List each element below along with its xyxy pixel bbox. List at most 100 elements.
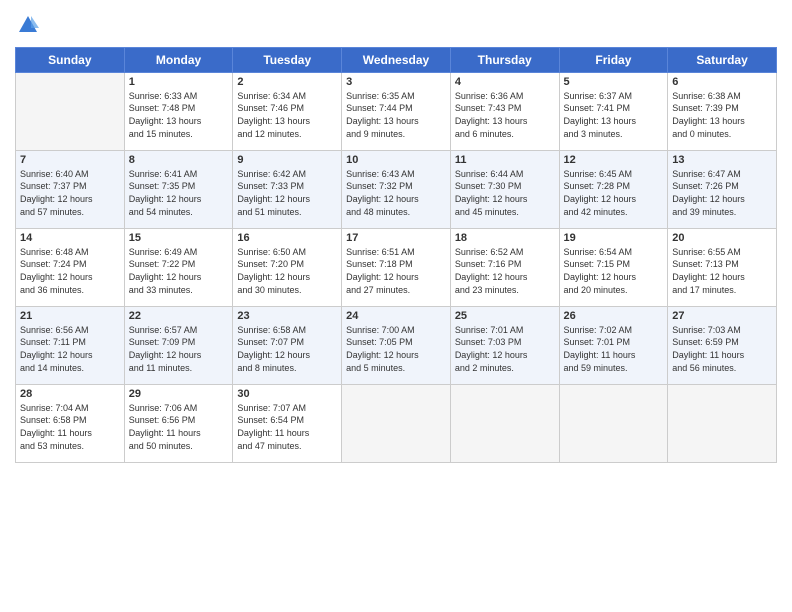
day-info: Sunrise: 7:06 AMSunset: 6:56 PMDaylight:… [129, 402, 229, 452]
day-number: 10 [346, 154, 446, 166]
day-number: 18 [455, 232, 555, 244]
day-number: 8 [129, 154, 229, 166]
calendar-cell: 29 Sunrise: 7:06 AMSunset: 6:56 PMDayligh… [124, 384, 233, 462]
calendar-cell: 16 Sunrise: 6:50 AMSunset: 7:20 PMDayligh… [233, 228, 342, 306]
day-info: Sunrise: 6:41 AMSunset: 7:35 PMDaylight:… [129, 168, 229, 218]
calendar-cell: 27Sunrise: 7:03 AMSunset: 6:59 PMDayligh… [668, 306, 777, 384]
day-info: Sunrise: 6:38 AMSunset: 7:39 PMDaylight:… [672, 90, 772, 140]
day-number: 1 [129, 76, 229, 88]
day-number: 13 [672, 154, 772, 166]
logo [15, 14, 39, 41]
day-number: 26 [564, 310, 664, 322]
calendar-cell: 11 Sunrise: 6:44 AMSunset: 7:30 PMDayligh… [450, 150, 559, 228]
day-info: Sunrise: 6:57 AMSunset: 7:09 PMDaylight:… [129, 324, 229, 374]
calendar-cell: 2Sunrise: 6:34 AMSunset: 7:46 PMDaylight… [233, 72, 342, 150]
col-monday: Monday [124, 47, 233, 72]
col-wednesday: Wednesday [342, 47, 451, 72]
day-info: Sunrise: 6:42 AMSunset: 7:33 PMDaylight:… [237, 168, 337, 218]
day-info: Sunrise: 6:45 AMSunset: 7:28 PMDaylight:… [564, 168, 664, 218]
day-number: 25 [455, 310, 555, 322]
calendar-cell: 9 Sunrise: 6:42 AMSunset: 7:33 PMDaylight… [233, 150, 342, 228]
calendar-cell [450, 384, 559, 462]
day-number: 16 [237, 232, 337, 244]
day-info: Sunrise: 6:56 AMSunset: 7:11 PMDaylight:… [20, 324, 120, 374]
calendar-cell: 5 Sunrise: 6:37 AMSunset: 7:41 PMDaylight… [559, 72, 668, 150]
calendar-cell: 21 Sunrise: 6:56 AMSunset: 7:11 PMDayligh… [16, 306, 125, 384]
day-number: 19 [564, 232, 664, 244]
day-number: 28 [20, 388, 120, 400]
day-info: Sunrise: 6:43 AMSunset: 7:32 PMDaylight:… [346, 168, 446, 218]
day-number: 21 [20, 310, 120, 322]
calendar-cell [668, 384, 777, 462]
week-row-3: 14 Sunrise: 6:48 AMSunset: 7:24 PMDayligh… [16, 228, 777, 306]
calendar-cell: 15 Sunrise: 6:49 AMSunset: 7:22 PMDayligh… [124, 228, 233, 306]
logo-icon [17, 14, 39, 36]
calendar-cell: 24Sunrise: 7:00 AMSunset: 7:05 PMDayligh… [342, 306, 451, 384]
day-number: 9 [237, 154, 337, 166]
calendar-cell: 30Sunrise: 7:07 AMSunset: 6:54 PMDayligh… [233, 384, 342, 462]
day-number: 20 [672, 232, 772, 244]
week-row-2: 7Sunrise: 6:40 AMSunset: 7:37 PMDaylight… [16, 150, 777, 228]
day-info: Sunrise: 6:44 AMSunset: 7:30 PMDaylight:… [455, 168, 555, 218]
main-container: Sunday Monday Tuesday Wednesday Thursday… [0, 0, 792, 468]
calendar-cell: 19 Sunrise: 6:54 AMSunset: 7:15 PMDayligh… [559, 228, 668, 306]
header-row: Sunday Monday Tuesday Wednesday Thursday… [16, 47, 777, 72]
day-info: Sunrise: 6:52 AMSunset: 7:16 PMDaylight:… [455, 246, 555, 296]
week-row-1: 1 Sunrise: 6:33 AMSunset: 7:48 PMDaylight… [16, 72, 777, 150]
calendar-cell: 22 Sunrise: 6:57 AMSunset: 7:09 PMDayligh… [124, 306, 233, 384]
day-number: 4 [455, 76, 555, 88]
day-number: 27 [672, 310, 772, 322]
day-info: Sunrise: 7:02 AMSunset: 7:01 PMDaylight:… [564, 324, 664, 374]
calendar-cell [342, 384, 451, 462]
col-sunday: Sunday [16, 47, 125, 72]
calendar-cell: 18 Sunrise: 6:52 AMSunset: 7:16 PMDayligh… [450, 228, 559, 306]
day-info: Sunrise: 6:35 AMSunset: 7:44 PMDaylight:… [346, 90, 446, 140]
header [15, 10, 777, 41]
week-row-4: 21 Sunrise: 6:56 AMSunset: 7:11 PMDayligh… [16, 306, 777, 384]
day-info: Sunrise: 6:55 AMSunset: 7:13 PMDaylight:… [672, 246, 772, 296]
day-info: Sunrise: 6:33 AMSunset: 7:48 PMDaylight:… [129, 90, 229, 140]
calendar-cell: 6 Sunrise: 6:38 AMSunset: 7:39 PMDaylight… [668, 72, 777, 150]
day-number: 23 [237, 310, 337, 322]
day-number: 15 [129, 232, 229, 244]
calendar-cell [16, 72, 125, 150]
calendar-cell: 8 Sunrise: 6:41 AMSunset: 7:35 PMDaylight… [124, 150, 233, 228]
calendar-cell: 3Sunrise: 6:35 AMSunset: 7:44 PMDaylight… [342, 72, 451, 150]
day-info: Sunrise: 6:40 AMSunset: 7:37 PMDaylight:… [20, 168, 120, 218]
day-info: Sunrise: 6:48 AMSunset: 7:24 PMDaylight:… [20, 246, 120, 296]
calendar-cell: 28 Sunrise: 7:04 AMSunset: 6:58 PMDayligh… [16, 384, 125, 462]
day-info: Sunrise: 6:37 AMSunset: 7:41 PMDaylight:… [564, 90, 664, 140]
day-info: Sunrise: 6:58 AMSunset: 7:07 PMDaylight:… [237, 324, 337, 374]
day-number: 2 [237, 76, 337, 88]
day-number: 11 [455, 154, 555, 166]
day-info: Sunrise: 6:36 AMSunset: 7:43 PMDaylight:… [455, 90, 555, 140]
day-number: 17 [346, 232, 446, 244]
calendar-cell: 10 Sunrise: 6:43 AMSunset: 7:32 PMDayligh… [342, 150, 451, 228]
calendar-cell: 20 Sunrise: 6:55 AMSunset: 7:13 PMDayligh… [668, 228, 777, 306]
day-info: Sunrise: 6:47 AMSunset: 7:26 PMDaylight:… [672, 168, 772, 218]
calendar-cell: 13 Sunrise: 6:47 AMSunset: 7:26 PMDayligh… [668, 150, 777, 228]
col-friday: Friday [559, 47, 668, 72]
day-number: 6 [672, 76, 772, 88]
day-number: 22 [129, 310, 229, 322]
col-tuesday: Tuesday [233, 47, 342, 72]
day-info: Sunrise: 6:54 AMSunset: 7:15 PMDaylight:… [564, 246, 664, 296]
week-row-5: 28 Sunrise: 7:04 AMSunset: 6:58 PMDayligh… [16, 384, 777, 462]
col-saturday: Saturday [668, 47, 777, 72]
calendar-cell: 23 Sunrise: 6:58 AMSunset: 7:07 PMDayligh… [233, 306, 342, 384]
calendar-cell: 4 Sunrise: 6:36 AMSunset: 7:43 PMDaylight… [450, 72, 559, 150]
day-info: Sunrise: 6:50 AMSunset: 7:20 PMDaylight:… [237, 246, 337, 296]
day-number: 5 [564, 76, 664, 88]
day-number: 14 [20, 232, 120, 244]
day-info: Sunrise: 6:49 AMSunset: 7:22 PMDaylight:… [129, 246, 229, 296]
day-info: Sunrise: 6:51 AMSunset: 7:18 PMDaylight:… [346, 246, 446, 296]
col-thursday: Thursday [450, 47, 559, 72]
calendar-cell: 12Sunrise: 6:45 AMSunset: 7:28 PMDayligh… [559, 150, 668, 228]
day-info: Sunrise: 7:04 AMSunset: 6:58 PMDaylight:… [20, 402, 120, 452]
day-number: 29 [129, 388, 229, 400]
day-info: Sunrise: 7:07 AMSunset: 6:54 PMDaylight:… [237, 402, 337, 452]
day-info: Sunrise: 7:00 AMSunset: 7:05 PMDaylight:… [346, 324, 446, 374]
day-info: Sunrise: 7:01 AMSunset: 7:03 PMDaylight:… [455, 324, 555, 374]
calendar-cell: 25 Sunrise: 7:01 AMSunset: 7:03 PMDayligh… [450, 306, 559, 384]
calendar-table: Sunday Monday Tuesday Wednesday Thursday… [15, 47, 777, 463]
